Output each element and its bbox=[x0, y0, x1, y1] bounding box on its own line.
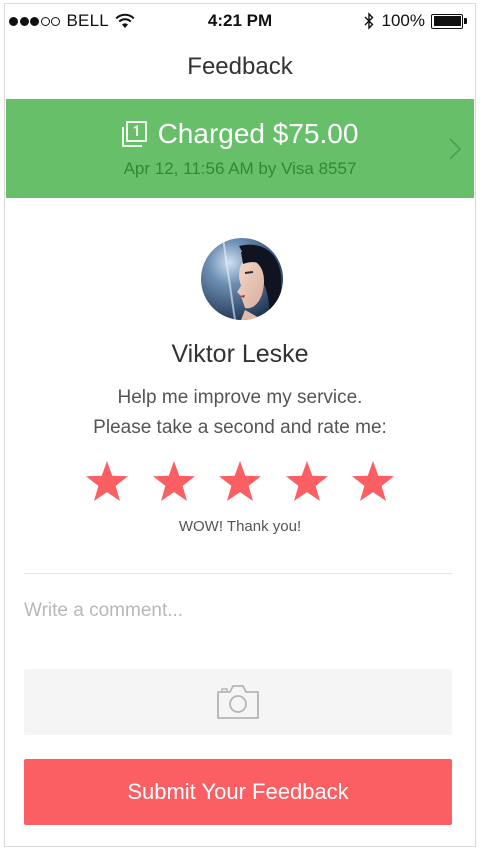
star-shape bbox=[352, 461, 394, 501]
add-photo-button[interactable] bbox=[24, 669, 452, 735]
star-icon-5[interactable] bbox=[351, 460, 395, 504]
star-shape bbox=[152, 461, 195, 501]
charge-details: Apr 12, 11:56 AM by Visa 8557 bbox=[123, 159, 357, 178]
rating-feedback-label: WOW! Thank you! bbox=[178, 518, 302, 535]
bluetooth-icon bbox=[364, 12, 374, 30]
star-icon-4[interactable] bbox=[285, 460, 329, 504]
status-right: 100% bbox=[364, 11, 467, 31]
star-icon-3[interactable] bbox=[218, 460, 262, 504]
avatar bbox=[201, 238, 283, 320]
user-name: Viktor Leske bbox=[171, 340, 309, 368]
star-shape bbox=[285, 461, 328, 501]
comment-input[interactable] bbox=[24, 591, 454, 631]
star-icon-2[interactable] bbox=[152, 460, 196, 504]
charge-summary-banner[interactable]: Charged $75.00 Apr 12, 11:56 AM by Visa … bbox=[6, 99, 474, 198]
page-title: Feedback bbox=[187, 53, 293, 80]
charge-title-row: Charged $75.00 bbox=[6, 118, 474, 150]
receipt-icon bbox=[121, 121, 147, 147]
divider bbox=[24, 573, 452, 574]
submit-feedback-button[interactable]: Submit Your Feedback bbox=[24, 759, 452, 825]
star-shape bbox=[219, 461, 261, 501]
chevron-right-icon[interactable] bbox=[448, 137, 462, 161]
charge-amount: Charged $75.00 bbox=[157, 118, 359, 149]
rating-prompt-line-1: Help me improve my service. bbox=[117, 387, 363, 408]
star-icon-1[interactable] bbox=[85, 460, 129, 504]
app-screen: BELL 4:21 PM 100% Feedback Charged $75.0… bbox=[4, 3, 476, 847]
status-bar: BELL 4:21 PM 100% bbox=[5, 4, 475, 36]
camera-icon bbox=[217, 685, 259, 719]
battery-icon bbox=[431, 13, 467, 29]
star-rating bbox=[85, 460, 395, 506]
rating-prompt-line-2: Please take a second and rate me: bbox=[93, 417, 387, 438]
battery-percent: 100% bbox=[381, 11, 425, 30]
star-shape bbox=[86, 461, 128, 501]
